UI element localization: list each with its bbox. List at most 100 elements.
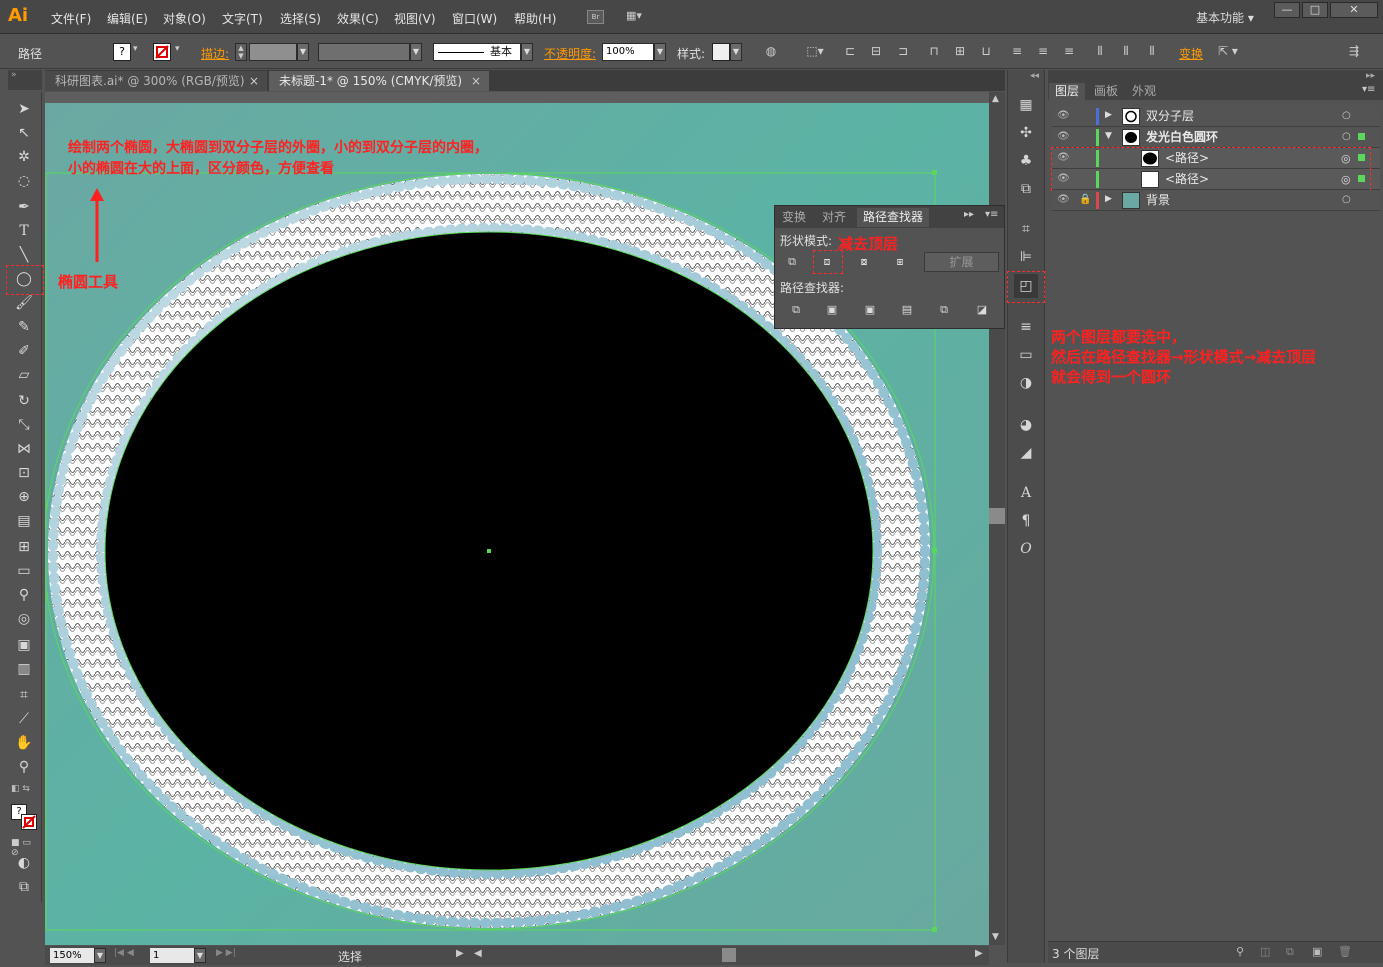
stroke-weight-dropdown[interactable]: ▼ <box>297 43 309 61</box>
locate-object-icon[interactable]: ⚲ <box>1236 945 1244 958</box>
trim-button[interactable]: ▣ <box>821 301 843 319</box>
artboard-dropdown[interactable]: ▼ <box>194 948 206 963</box>
layer-name[interactable]: 发光白色圆环 <box>1146 127 1218 148</box>
paintbrush-tool-icon[interactable]: 🖌 <box>12 292 36 314</box>
artboard-number-input[interactable]: 1 <box>150 948 194 963</box>
distribute-left-icon[interactable]: ⦀ <box>1093 44 1107 58</box>
selection-indicator[interactable] <box>1358 133 1365 140</box>
blend-tool-icon[interactable]: ◎ <box>12 608 36 630</box>
delete-layer-icon[interactable]: 🗑 <box>1338 945 1352 958</box>
menu-view[interactable]: 视图(V) <box>394 10 436 27</box>
recolor-artwork-icon[interactable]: ◍ <box>764 44 778 58</box>
menu-edit[interactable]: 编辑(E) <box>107 10 148 27</box>
eyedropper-tool-icon[interactable]: ⚲ <box>12 584 36 606</box>
bbox-handle[interactable] <box>932 927 937 932</box>
divide-button[interactable]: ⧉ <box>785 301 807 319</box>
distribute-top-icon[interactable]: ≡ <box>1010 44 1024 58</box>
lasso-tool-icon[interactable]: ◌ <box>12 170 36 192</box>
scroll-down-icon[interactable]: ▼ <box>992 932 999 942</box>
transform-link[interactable]: 变换 <box>1179 45 1203 62</box>
tab-align[interactable]: 对齐 <box>816 208 852 227</box>
artboard-tool-icon[interactable]: ⌗ <box>12 684 36 706</box>
workspace-switcher[interactable]: 基本功能 ▾ <box>1196 9 1254 26</box>
distribute-right-icon[interactable]: ⦀ <box>1145 44 1159 58</box>
layer-row[interactable] <box>1052 190 1380 211</box>
paragraph-panel-icon[interactable]: ¶ <box>1014 509 1038 533</box>
visibility-eye-icon[interactable]: 👁 <box>1057 110 1070 121</box>
scroll-right-icon[interactable]: ▶ <box>975 948 983 959</box>
stroke-dropdown-icon[interactable]: ▾ <box>175 44 180 54</box>
transform-panel-icon[interactable]: ⌗ <box>1014 217 1038 241</box>
selection-tool-icon[interactable]: ➤ <box>12 98 36 120</box>
draw-mode-icon[interactable]: ◐ <box>12 852 36 874</box>
stroke-weight-input[interactable] <box>249 43 297 61</box>
pen-tool-icon[interactable]: ✒ <box>12 196 36 218</box>
exclude-button[interactable]: ⧆ <box>889 253 911 271</box>
variable-width-dropdown[interactable]: ▼ <box>410 43 422 61</box>
target-icon[interactable]: ○ <box>1342 194 1351 205</box>
layers-menu-icon[interactable]: ▾≡ <box>1362 84 1375 95</box>
align-center-v-icon[interactable]: ⊞ <box>953 44 967 58</box>
symbols-panel-icon[interactable]: ♣ <box>1014 149 1038 173</box>
first-artboard-icon[interactable]: |◀ ◀ <box>114 948 134 958</box>
distribute-bottom-icon[interactable]: ≡ <box>1062 44 1076 58</box>
minimize-button[interactable]: — <box>1274 2 1300 18</box>
direct-selection-tool-icon[interactable]: ↖ <box>12 122 36 144</box>
vertical-scroll-thumb[interactable] <box>989 508 1005 524</box>
maximize-button[interactable]: □ <box>1302 2 1328 18</box>
align-panel-icon[interactable]: ⊫ <box>1014 245 1038 269</box>
gradient-tool-icon[interactable]: ▭ <box>12 560 36 582</box>
layer-row[interactable] <box>1052 106 1380 127</box>
opacity-input[interactable]: 100% <box>602 43 654 61</box>
brush-dropdown[interactable]: ▼ <box>521 43 533 61</box>
type-tool-icon[interactable]: T <box>12 220 36 242</box>
slice-tool-icon[interactable]: ⟋ <box>12 708 36 730</box>
isolate-icon[interactable]: ⇱ ▾ <box>1212 44 1244 58</box>
visibility-eye-icon[interactable]: 👁 <box>1057 194 1070 205</box>
distribute-center-h-icon[interactable]: ⦀ <box>1119 44 1133 58</box>
stroke-color-icon[interactable] <box>21 814 37 830</box>
graphic-style-dropdown[interactable]: ▼ <box>730 43 742 61</box>
align-bottom-icon[interactable]: ⊔ <box>979 44 993 58</box>
tools-panel-header[interactable]: » <box>8 70 42 90</box>
unite-button[interactable]: ⧉ <box>781 253 803 271</box>
close-button[interactable]: ✕ <box>1330 2 1378 18</box>
gradient-panel-icon[interactable]: ▭ <box>1014 343 1038 367</box>
control-panel-menu-icon[interactable]: ⇶ <box>1346 44 1362 58</box>
stroke-label[interactable]: 描边: <box>201 45 229 62</box>
expand-arrow-icon[interactable]: ▶ <box>1105 194 1112 204</box>
fill-dropdown-icon[interactable]: ▾ <box>133 44 138 54</box>
mesh-tool-icon[interactable]: ⊞ <box>12 536 36 558</box>
close-tab-icon[interactable]: × <box>249 71 259 91</box>
opentype-panel-icon[interactable]: O <box>1014 537 1038 561</box>
collapse-strip-icon[interactable]: ◂◂ <box>1030 71 1039 81</box>
brushes-panel-icon[interactable]: ✣ <box>1014 121 1038 145</box>
bbox-handle[interactable] <box>932 548 937 553</box>
width-tool-icon[interactable]: ⋈ <box>12 438 36 460</box>
free-transform-tool-icon[interactable]: ⊡ <box>12 462 36 484</box>
tab-transform[interactable]: 变换 <box>776 208 812 227</box>
align-right-icon[interactable]: ⊐ <box>896 44 910 58</box>
line-tool-icon[interactable]: ╲ <box>12 244 36 266</box>
arrange-documents-button[interactable]: ▦▾ <box>626 9 652 24</box>
hand-tool-icon[interactable]: ✋ <box>12 732 36 754</box>
zoom-level-input[interactable]: 150% <box>50 948 94 963</box>
expand-button[interactable]: 扩展 <box>924 252 999 272</box>
layer-name[interactable]: 背景 <box>1146 190 1170 211</box>
align-center-h-icon[interactable]: ⊟ <box>869 44 883 58</box>
menu-select[interactable]: 选择(S) <box>280 10 321 27</box>
character-panel-icon[interactable]: A <box>1014 481 1038 505</box>
opacity-label[interactable]: 不透明度: <box>544 45 596 62</box>
fill-swatch[interactable]: ? <box>113 43 131 61</box>
tab-appearance[interactable]: 外观 <box>1126 83 1162 100</box>
stroke-swatch[interactable] <box>153 43 171 61</box>
tab-artboards[interactable]: 画板 <box>1088 83 1124 100</box>
merge-button[interactable]: ▣ <box>859 301 881 319</box>
symbol-sprayer-tool-icon[interactable]: ▣ <box>12 634 36 656</box>
graphic-style-swatch[interactable] <box>712 43 730 61</box>
scale-tool-icon[interactable]: ⤡ <box>12 414 36 436</box>
align-left-icon[interactable]: ⊏ <box>843 44 857 58</box>
variable-width-profile[interactable] <box>318 43 410 61</box>
close-tab-icon[interactable]: × <box>471 71 481 91</box>
swatches-panel-icon[interactable]: ▦ <box>1014 93 1038 117</box>
